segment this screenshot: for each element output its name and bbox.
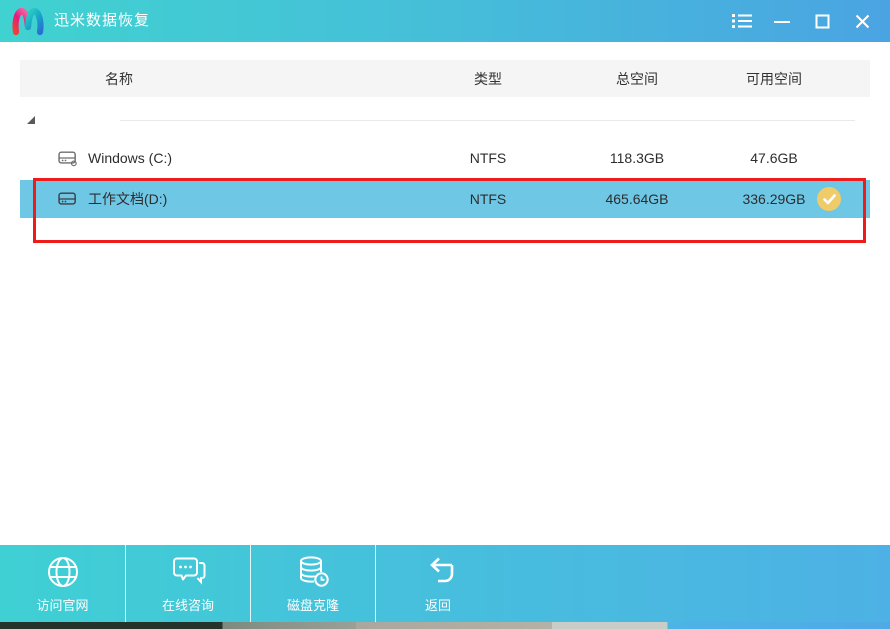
toolbar-label: 访问官网 [36, 595, 88, 614]
disk-clone-icon [295, 554, 331, 590]
desktop-edge-strip [0, 622, 890, 629]
app-title: 迅米数据恢复 [54, 0, 150, 42]
toolbar-item-official-site[interactable]: 访问官网 [0, 545, 125, 622]
drive-row-d-selected[interactable]: 工作文档(D:) NTFS 465.64GB 336.29GB [20, 180, 870, 218]
close-icon[interactable] [842, 0, 882, 42]
tree-separator [120, 120, 855, 121]
header-total: 总空间 [577, 60, 697, 97]
globe-icon [45, 554, 81, 590]
hard-drive-icon [58, 191, 78, 208]
toolbar-item-disk-clone[interactable]: 磁盘克隆 [250, 545, 375, 622]
app-window: 迅米数据恢复 [0, 0, 890, 629]
header-type: 类型 [428, 60, 548, 97]
toolbar-item-back[interactable]: 返回 [375, 545, 500, 622]
back-icon [420, 554, 456, 590]
toolbar-label: 返回 [425, 595, 451, 614]
drive-free-space: 47.6GB [714, 140, 834, 175]
drive-free-space: 336.29GB [714, 180, 834, 218]
drive-total-space: 465.64GB [577, 180, 697, 218]
window-controls [722, 0, 882, 42]
table-header: 名称 类型 总空间 可用空间 [20, 60, 870, 97]
minimize-icon[interactable] [762, 0, 802, 42]
drive-row-c[interactable]: Windows (C:) NTFS 118.3GB 47.6GB [20, 140, 870, 175]
hard-drive-icon [58, 149, 78, 166]
toolbar-label: 在线咨询 [162, 595, 214, 614]
drive-name: Windows (C:) [88, 140, 172, 175]
maximize-icon[interactable] [802, 0, 842, 42]
toolbar-label: 磁盘克隆 [287, 595, 339, 614]
tree-expander-icon[interactable] [27, 116, 35, 124]
drive-name: 工作文档(D:) [88, 180, 167, 218]
toolbar-item-online-consult[interactable]: 在线咨询 [125, 545, 250, 622]
menu-icon[interactable] [722, 0, 762, 42]
bottom-toolbar: 访问官网 在线咨询 [0, 545, 890, 622]
app-logo-icon [10, 5, 46, 37]
header-name: 名称 [105, 60, 133, 97]
drive-type: NTFS [428, 140, 548, 175]
selected-check-icon [817, 187, 841, 211]
tree-root-row [0, 108, 890, 134]
drive-total-space: 118.3GB [577, 140, 697, 175]
chat-icon [170, 554, 206, 590]
header-free: 可用空间 [714, 60, 834, 97]
drive-type: NTFS [428, 180, 548, 218]
titlebar: 迅米数据恢复 [0, 0, 890, 42]
